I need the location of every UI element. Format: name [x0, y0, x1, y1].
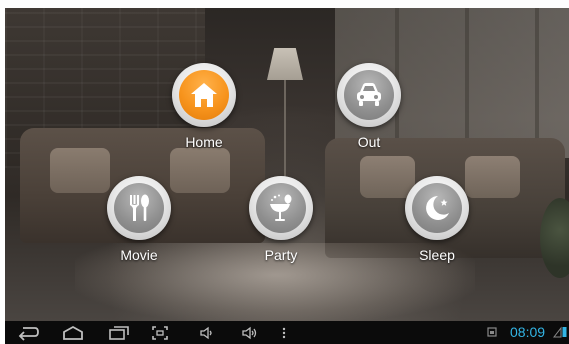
back-button[interactable]: [17, 323, 39, 342]
house-icon: [191, 83, 217, 107]
scene-out-circle: [337, 63, 401, 127]
scene-party-button[interactable]: Party: [236, 176, 326, 276]
floor-lamp-shade: [267, 48, 303, 80]
volume-up-button[interactable]: [241, 323, 259, 342]
floor-lamp-pole: [284, 80, 286, 190]
cocktail-balloon-icon: [270, 194, 292, 221]
home-button[interactable]: [61, 323, 85, 342]
plant: [540, 198, 569, 278]
volume-down-icon: [200, 326, 212, 339]
notification-icon: [487, 327, 497, 337]
scene-movie-button[interactable]: Movie: [94, 176, 184, 276]
scene-home-label: Home: [185, 134, 223, 150]
scene-sleep-circle: [405, 176, 469, 240]
top-cropped-caption: [0, 0, 569, 8]
screenshot-button[interactable]: [151, 323, 169, 342]
car-icon: [357, 83, 381, 106]
scene-movie-circle: [107, 176, 171, 240]
moon-star-icon: [426, 196, 449, 220]
home-icon: [63, 325, 83, 340]
scene-home-button[interactable]: Home: [159, 63, 249, 163]
volume-down-button[interactable]: [199, 323, 215, 342]
scene-home-circle: [172, 63, 236, 127]
recent-apps-button[interactable]: [108, 323, 130, 342]
scene-party-label: Party: [264, 247, 298, 263]
back-icon: [18, 326, 39, 341]
recent-apps-icon: [109, 325, 129, 340]
volume-up-icon: [242, 326, 257, 339]
scene-sleep-button[interactable]: Sleep: [392, 176, 482, 276]
scene-party-circle: [249, 176, 313, 240]
status-clock: 08:09: [510, 324, 546, 340]
system-navigation-bar: 08:09: [5, 321, 569, 344]
menu-icon: [282, 327, 286, 338]
menu-button[interactable]: [281, 323, 287, 342]
signal-icon: [553, 326, 562, 338]
scene-screen: Home Out Movie Party Sleep: [5, 8, 569, 321]
fork-knife-icon: [130, 194, 149, 221]
scene-sleep-label: Sleep: [419, 247, 455, 263]
battery-icon: [562, 327, 567, 337]
scene-movie-label: Movie: [120, 247, 158, 263]
screenshot-icon: [152, 325, 168, 340]
scene-out-button[interactable]: Out: [324, 63, 414, 163]
scene-out-label: Out: [357, 134, 381, 150]
